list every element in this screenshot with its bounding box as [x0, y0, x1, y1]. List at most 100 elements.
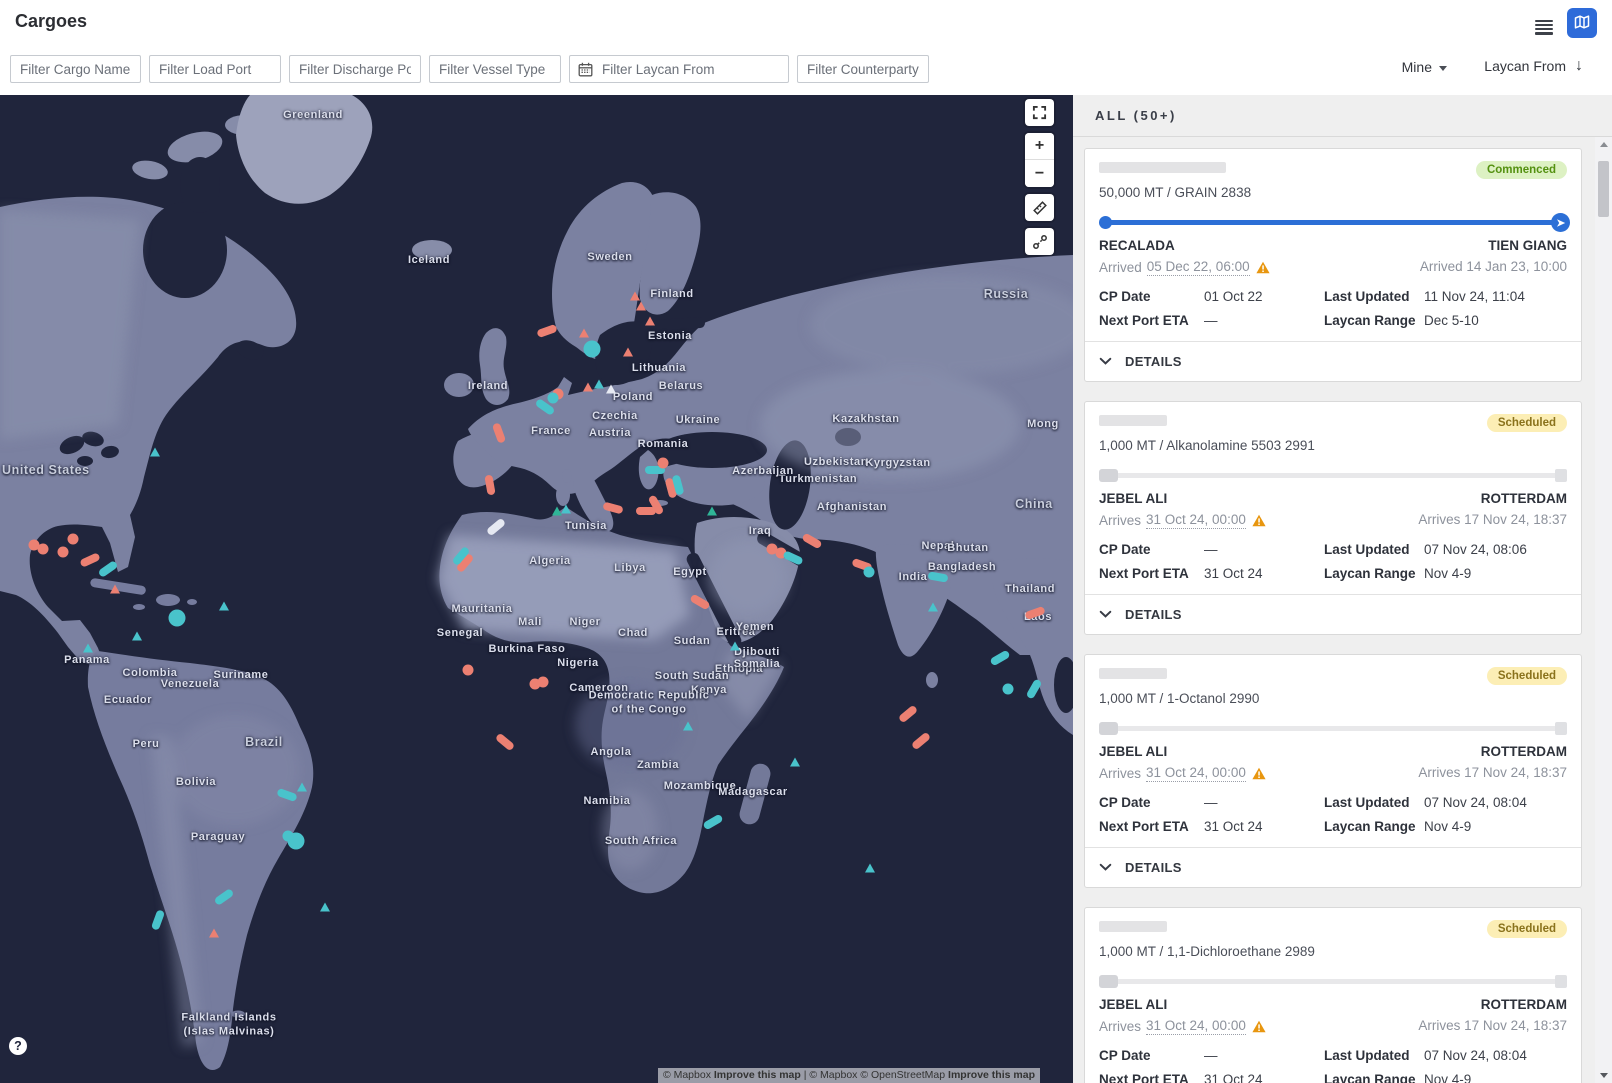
vessel-marker[interactable]: [623, 348, 633, 357]
vessel-marker[interactable]: [58, 547, 69, 558]
route-draw-button[interactable]: [1025, 228, 1054, 255]
progress-start-placeholder: [1099, 975, 1118, 988]
vessel-marker[interactable]: [150, 448, 160, 457]
field-label: Next Port ETA: [1099, 313, 1204, 328]
sort-control[interactable]: Laycan From ↓: [1484, 58, 1583, 74]
vessel-marker[interactable]: [864, 567, 875, 578]
map-view-button[interactable]: [1567, 8, 1597, 38]
help-button[interactable]: ?: [9, 1037, 27, 1055]
vessel-marker[interactable]: [209, 929, 219, 938]
vessel-marker[interactable]: [283, 831, 294, 842]
filter-cargo-name-input[interactable]: [10, 55, 141, 83]
vessel-marker[interactable]: [79, 552, 101, 568]
vessel-marker[interactable]: [782, 550, 804, 566]
improve-map-link-2[interactable]: Improve this map: [948, 1069, 1035, 1081]
vessel-marker[interactable]: [602, 502, 623, 515]
vessel-name-redacted: [1099, 415, 1167, 426]
eta-date-tooltip[interactable]: 31 Oct 24, 00:00: [1146, 1018, 1246, 1035]
vessel-marker[interactable]: [928, 603, 938, 612]
vessel-marker[interactable]: [683, 722, 693, 731]
vessel-marker[interactable]: [486, 518, 506, 537]
vessel-marker[interactable]: [927, 571, 948, 582]
vessel-marker[interactable]: [730, 642, 740, 651]
vessel-marker[interactable]: [169, 610, 186, 627]
vessel-marker[interactable]: [630, 292, 640, 301]
vessel-marker[interactable]: [538, 677, 549, 688]
vessel-marker[interactable]: [583, 383, 593, 392]
discharge-port-name: ROTTERDAM: [1418, 491, 1567, 506]
zoom-out-button[interactable]: −: [1025, 160, 1054, 187]
vessel-marker[interactable]: [911, 732, 931, 751]
vessel-marker[interactable]: [98, 560, 119, 578]
vessel-marker[interactable]: [110, 585, 120, 594]
filter-laycan-from-input[interactable]: [593, 57, 788, 81]
vessel-marker[interactable]: [584, 341, 601, 358]
vessel-marker[interactable]: [707, 507, 717, 516]
vessel-marker[interactable]: [492, 422, 506, 444]
vessel-marker[interactable]: [484, 474, 495, 495]
vessel-marker[interactable]: [1003, 684, 1014, 695]
measure-ruler-button[interactable]: [1025, 194, 1054, 221]
vessel-marker[interactable]: [276, 788, 298, 802]
vessel-marker[interactable]: [214, 888, 235, 906]
vessel-marker[interactable]: [297, 783, 307, 792]
details-toggle[interactable]: DETAILS: [1099, 342, 1567, 381]
progress-end-placeholder: [1555, 469, 1567, 482]
eta-date-tooltip[interactable]: 05 Dec 22, 06:00: [1147, 259, 1250, 276]
cargo-card[interactable]: Scheduled1,000 MT / Alkanolamine 5503 29…: [1084, 401, 1582, 635]
vessel-marker[interactable]: [561, 505, 571, 514]
filter-discharge-port-input[interactable]: [289, 55, 421, 83]
vessel-marker[interactable]: [552, 507, 562, 516]
vessel-marker[interactable]: [219, 602, 229, 611]
cargo-card[interactable]: Commenced50,000 MT / GRAIN 2838RECALADAA…: [1084, 148, 1582, 382]
vessel-marker[interactable]: [702, 814, 723, 831]
vessel-marker[interactable]: [801, 533, 822, 550]
details-toggle[interactable]: DETAILS: [1099, 848, 1567, 887]
vessel-marker[interactable]: [320, 903, 330, 912]
vessel-marker[interactable]: [658, 458, 669, 469]
vessel-marker[interactable]: [132, 632, 142, 641]
vessel-marker[interactable]: [594, 380, 604, 389]
filter-load-port-input[interactable]: [149, 55, 281, 83]
discharge-port: ROTTERDAMArrives 17 Nov 24, 18:37: [1418, 744, 1567, 782]
vessel-marker[interactable]: [463, 665, 474, 676]
vessel-marker[interactable]: [495, 733, 515, 752]
vessel-marker[interactable]: [548, 393, 559, 404]
vessel-marker[interactable]: [83, 644, 93, 653]
vessel-marker[interactable]: [636, 302, 646, 311]
scroll-up-arrow[interactable]: [1595, 137, 1612, 152]
map-canvas[interactable]: GreenlandIcelandSwedenFinlandEstoniaLith…: [0, 95, 1073, 1083]
scroll-down-arrow[interactable]: [1595, 1068, 1612, 1083]
cargo-card[interactable]: Scheduled1,000 MT / 1-Octanol 2990JEBEL …: [1084, 654, 1582, 888]
field-value: 07 Nov 24, 08:04: [1424, 1048, 1527, 1063]
vessel-marker[interactable]: [898, 705, 918, 724]
vessel-marker[interactable]: [790, 758, 800, 767]
eta-date-tooltip[interactable]: 31 Oct 24, 00:00: [1146, 512, 1246, 529]
vessel-marker[interactable]: [989, 650, 1010, 667]
vessel-marker[interactable]: [689, 594, 710, 611]
eta-date-tooltip[interactable]: 31 Oct 24, 00:00: [1146, 765, 1246, 782]
vessel-marker[interactable]: [606, 385, 616, 394]
scroll-thumb[interactable]: [1598, 161, 1609, 217]
scope-dropdown[interactable]: Mine: [1402, 59, 1447, 75]
list-view-icon[interactable]: [1535, 20, 1553, 35]
zoom-in-button[interactable]: +: [1025, 133, 1054, 160]
filter-counterparty-input[interactable]: [797, 55, 929, 83]
cargo-card[interactable]: Scheduled1,000 MT / 1,1-Dichloroethane 2…: [1084, 907, 1582, 1083]
vessel-marker[interactable]: [1026, 678, 1043, 699]
vessel-marker[interactable]: [536, 324, 558, 338]
improve-map-link[interactable]: Improve this map: [714, 1069, 801, 1081]
vessel-marker[interactable]: [645, 317, 655, 326]
details-toggle[interactable]: DETAILS: [1099, 595, 1567, 634]
panel-scrollbar[interactable]: [1595, 137, 1612, 1083]
card-fields-grid: CP Date—Last Updated07 Nov 24, 08:06Next…: [1099, 542, 1567, 581]
filter-vessel-type-input[interactable]: [429, 55, 561, 83]
card-top-row: Commenced: [1099, 162, 1567, 176]
fullscreen-button[interactable]: [1025, 99, 1054, 126]
vessel-marker[interactable]: [151, 909, 165, 931]
vessel-marker[interactable]: [1024, 606, 1046, 620]
vessel-marker[interactable]: [29, 540, 40, 551]
vessel-marker[interactable]: [579, 329, 589, 338]
vessel-marker[interactable]: [68, 534, 79, 545]
vessel-marker[interactable]: [865, 864, 875, 873]
